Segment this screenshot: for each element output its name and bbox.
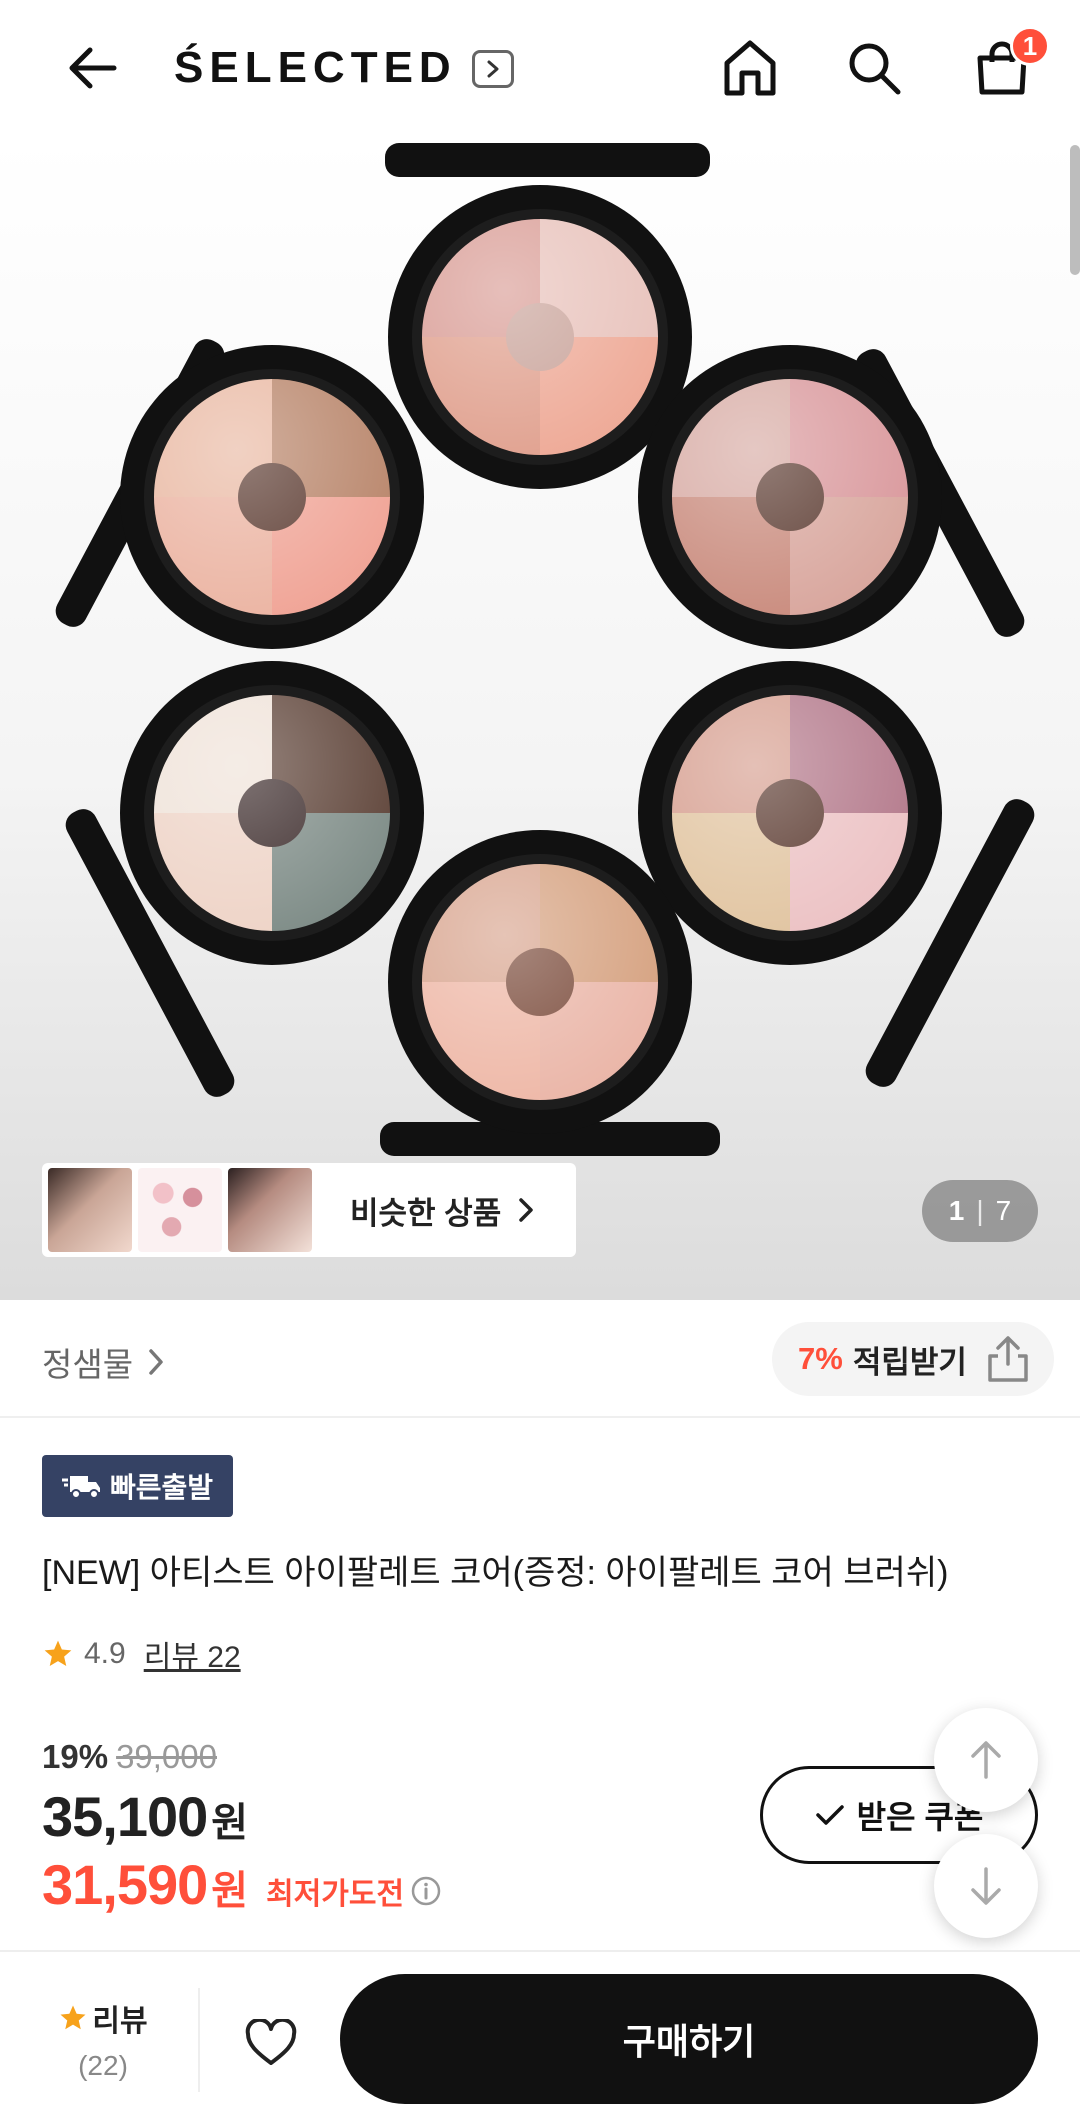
review-count-link[interactable]: 리뷰 22 bbox=[144, 1632, 241, 1676]
similar-thumb-1 bbox=[48, 1168, 132, 1252]
chevron-right-icon bbox=[519, 1198, 533, 1222]
fast-shipping-badge: 빠른출발 bbox=[42, 1455, 234, 1517]
arrow-down-icon bbox=[971, 1867, 1001, 1905]
similar-thumb-3 bbox=[228, 1168, 312, 1252]
product-image-carousel[interactable]: 비슷한 상품 1 | 7 bbox=[0, 137, 1080, 1300]
fast-shipping-label: 빠른출발 bbox=[110, 1472, 214, 1503]
review-tab-button[interactable]: 리뷰 (22) bbox=[44, 1996, 162, 2082]
divider bbox=[198, 1988, 200, 2092]
scroll-bottom-button[interactable] bbox=[934, 1834, 1038, 1938]
heart-icon bbox=[245, 2019, 297, 2065]
check-icon bbox=[815, 1805, 844, 1825]
page-separator: | bbox=[976, 1195, 984, 1226]
image-scrollbar[interactable] bbox=[1070, 145, 1080, 275]
points-label: 적립받기 bbox=[852, 1344, 967, 1380]
best-price-label: 최저가도전 bbox=[266, 1878, 405, 1911]
arrow-up-icon bbox=[971, 1741, 1001, 1779]
truck-icon bbox=[62, 1476, 100, 1499]
image-page-indicator: 1 | 7 bbox=[922, 1180, 1038, 1242]
home-icon bbox=[724, 40, 776, 96]
home-button[interactable] bbox=[716, 34, 784, 102]
similar-products-label: 비슷한 상품 bbox=[350, 1195, 502, 1231]
cart-button[interactable]: 1 bbox=[968, 26, 1050, 102]
rating-value: 4.9 bbox=[84, 1637, 126, 1670]
chevron-right-icon bbox=[149, 1349, 163, 1375]
info-icon[interactable] bbox=[410, 1875, 442, 1907]
eyeshadow-palettes-image bbox=[55, 143, 1035, 1156]
scroll-top-button[interactable] bbox=[934, 1708, 1038, 1812]
discount-percent: 19% bbox=[42, 1738, 109, 1775]
bottom-action-bar: 리뷰 (22) 구매하기 bbox=[0, 1950, 1080, 2123]
search-button[interactable] bbox=[840, 34, 908, 102]
page-total: 7 bbox=[995, 1195, 1012, 1226]
best-price-challenge[interactable]: 최저가도전 bbox=[266, 1869, 442, 1913]
sale-price-row: 35,100 원 bbox=[42, 1784, 248, 1849]
seller-link[interactable]: 정샘물 bbox=[42, 1338, 165, 1386]
wishlist-button[interactable] bbox=[236, 2010, 306, 2076]
share-icon[interactable] bbox=[984, 1334, 1032, 1384]
buy-button[interactable]: 구매하기 bbox=[340, 1974, 1038, 2104]
similar-products-button[interactable]: 비슷한 상품 bbox=[42, 1163, 576, 1257]
page-current: 1 bbox=[948, 1195, 965, 1226]
top-app-bar: ŚELECTED 1 bbox=[0, 0, 1080, 137]
back-arrow-icon bbox=[69, 47, 117, 89]
search-icon bbox=[849, 43, 901, 95]
similar-thumb-2 bbox=[138, 1168, 222, 1252]
seller-row: 정샘물 7% 적립받기 bbox=[0, 1300, 1080, 1418]
back-button[interactable] bbox=[62, 38, 122, 98]
sale-price-unit: 원 bbox=[211, 1801, 249, 1845]
discount-row: 19% 39,000 bbox=[42, 1738, 217, 1776]
seller-name: 정샘물 bbox=[42, 1346, 134, 1383]
rating-row: 4.9 리뷰 22 bbox=[42, 1632, 241, 1676]
review-tab-label: 리뷰 bbox=[92, 2005, 148, 2038]
sale-price: 35,100 bbox=[42, 1785, 208, 1848]
best-price-unit: 원 bbox=[211, 1869, 249, 1913]
best-price-row: 31,590 원 최저가도전 bbox=[42, 1852, 442, 1917]
original-price: 39,000 bbox=[116, 1738, 217, 1775]
points-percent: 7% bbox=[798, 1341, 843, 1376]
brand-title[interactable]: ŚELECTED bbox=[174, 40, 457, 96]
star-icon bbox=[60, 2005, 86, 2030]
star-icon bbox=[44, 1640, 72, 1666]
points-share-pill[interactable]: 7% 적립받기 bbox=[772, 1322, 1054, 1396]
chevron-right-icon bbox=[487, 60, 499, 78]
brand-link-button[interactable] bbox=[472, 50, 514, 88]
product-title: [NEW] 아티스트 아이팔레트 코어(증정: 아이팔레트 코어 브러쉬) bbox=[42, 1554, 949, 1592]
cart-count-badge: 1 bbox=[1010, 26, 1050, 66]
best-price: 31,590 bbox=[42, 1853, 208, 1916]
review-tab-count: (22) bbox=[78, 2050, 128, 2081]
